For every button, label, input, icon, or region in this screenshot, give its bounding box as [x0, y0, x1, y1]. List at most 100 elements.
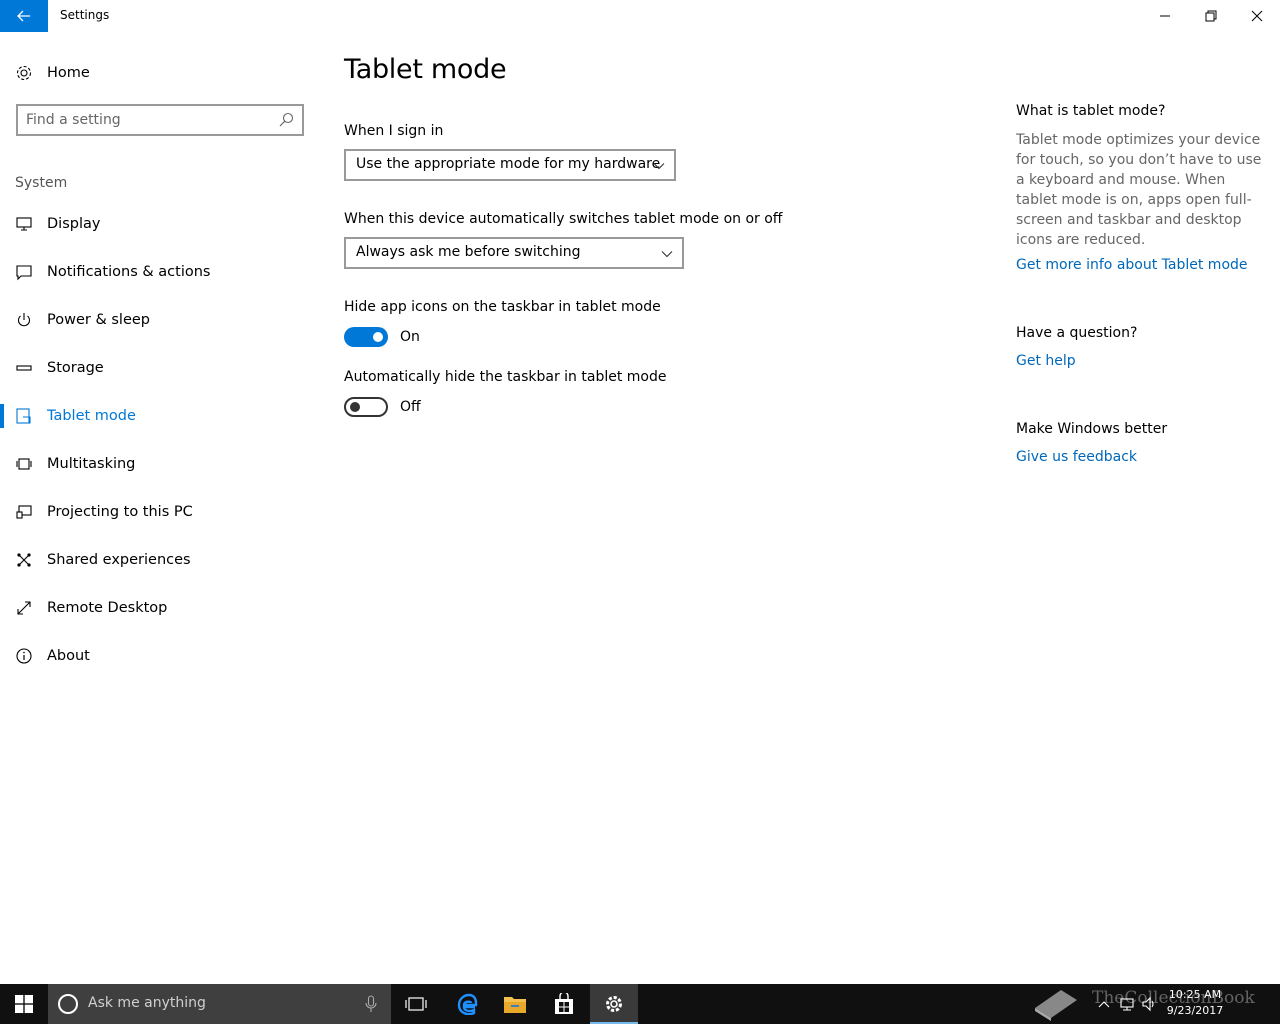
watermark-book — [1030, 984, 1082, 1024]
sidebar-item-shared-experiences[interactable]: Shared experiences — [0, 540, 320, 580]
monitor-icon — [15, 215, 33, 233]
signin-dropdown[interactable]: Use the appropriate mode for my hardware — [344, 149, 676, 181]
task-view-button[interactable] — [392, 984, 440, 1024]
sidebar-item-notifications[interactable]: Notifications & actions — [0, 252, 320, 292]
sidebar-item-label: Shared experiences — [47, 552, 191, 568]
restore-button[interactable] — [1188, 0, 1234, 32]
switch-dropdown[interactable]: Always ask me before switching — [344, 237, 684, 269]
active-indicator — [0, 404, 4, 428]
minimize-icon — [1160, 15, 1170, 17]
sidebar-item-label: About — [47, 648, 90, 664]
toggle-knob — [350, 402, 360, 412]
projecting-icon — [15, 503, 33, 521]
chevron-down-icon — [661, 251, 673, 258]
feedback-heading: Make Windows better — [1016, 421, 1168, 437]
info-icon — [15, 647, 33, 665]
gear-icon — [15, 64, 33, 82]
section-label-system: System — [15, 175, 68, 191]
home-nav-item[interactable]: Home — [0, 56, 320, 90]
power-icon — [15, 311, 33, 329]
chevron-down-icon — [653, 163, 665, 170]
chevron-up-icon — [1098, 1001, 1110, 1008]
settings-gear-icon — [606, 996, 622, 1012]
hide-taskbar-state: Off — [400, 399, 421, 415]
question-heading: Have a question? — [1016, 325, 1138, 341]
task-view-icon — [405, 997, 427, 1011]
tablet-mode-icon — [15, 407, 33, 425]
cortana-placeholder: Ask me anything — [88, 995, 206, 1011]
sidebar-item-label: Storage — [47, 360, 104, 376]
signin-label: When I sign in — [344, 123, 444, 139]
cortana-search-box[interactable]: Ask me anything — [48, 984, 391, 1024]
more-info-link[interactable]: Get more info about Tablet mode — [1016, 257, 1248, 273]
book-icon — [1035, 990, 1077, 1021]
hide-icons-label: Hide app icons on the taskbar in tablet … — [344, 299, 661, 315]
show-hidden-icons-button[interactable] — [1092, 984, 1116, 1024]
sidebar-item-label: Power & sleep — [47, 312, 150, 328]
volume-button[interactable] — [1138, 984, 1160, 1024]
clock-time: 10:25 AM — [1168, 988, 1222, 1001]
sidebar-item-display[interactable]: Display — [0, 204, 320, 244]
close-button[interactable] — [1234, 0, 1280, 32]
file-explorer-icon — [504, 997, 526, 1013]
network-button[interactable] — [1116, 984, 1138, 1024]
clock[interactable]: 10:25 AM 9/23/2017 — [1160, 987, 1230, 1019]
sidebar-item-label: Projecting to this PC — [47, 504, 193, 520]
edge-button[interactable] — [443, 984, 491, 1024]
sidebar-item-label: Remote Desktop — [47, 600, 168, 616]
maximize-icon — [1205, 10, 1217, 22]
sidebar-item-about[interactable]: About — [0, 636, 320, 676]
what-is-description: Tablet mode optimizes your device for to… — [1016, 132, 1262, 248]
sidebar-item-multitasking[interactable]: Multitasking — [0, 444, 320, 484]
settings-taskbar-button[interactable] — [590, 984, 638, 1024]
start-button[interactable] — [0, 984, 48, 1024]
network-icon — [1120, 998, 1134, 1011]
signin-dropdown-value: Use the appropriate mode for my hardware — [356, 156, 661, 172]
toggle-knob — [373, 332, 383, 342]
search-input[interactable] — [26, 110, 276, 130]
home-label: Home — [47, 65, 90, 81]
remote-desktop-icon — [15, 599, 33, 617]
taskbar: Ask me anything TheCollectionBook 10:25 … — [0, 984, 1280, 1024]
sidebar-item-tablet-mode[interactable]: Tablet mode — [0, 396, 320, 436]
switch-label: When this device automatically switches … — [344, 211, 783, 227]
hide-taskbar-toggle[interactable] — [344, 397, 388, 417]
window-title: Settings — [60, 8, 110, 22]
shared-icon — [15, 551, 33, 569]
clock-date: 9/23/2017 — [1166, 1004, 1224, 1017]
close-icon — [1251, 10, 1263, 22]
sidebar-item-label: Tablet mode — [47, 408, 136, 424]
page-title: Tablet mode — [344, 54, 507, 85]
sidebar-item-label: Display — [47, 216, 101, 232]
edge-icon — [457, 993, 478, 1015]
search-icon[interactable] — [278, 112, 294, 128]
store-icon — [555, 993, 573, 1014]
microphone-icon[interactable] — [364, 995, 378, 1013]
windows-logo-icon — [15, 995, 33, 1013]
search-box[interactable] — [16, 104, 304, 136]
sidebar-item-remote-desktop[interactable]: Remote Desktop — [0, 588, 320, 628]
sidebar-item-label: Multitasking — [47, 456, 136, 472]
get-help-link[interactable]: Get help — [1016, 353, 1076, 369]
sidebar-item-label: Notifications & actions — [47, 264, 211, 280]
hide-icons-toggle[interactable] — [344, 327, 388, 347]
store-button[interactable] — [540, 984, 588, 1024]
cortana-icon — [58, 994, 78, 1014]
what-is-heading: What is tablet mode? — [1016, 103, 1166, 119]
multitasking-icon — [15, 455, 33, 473]
back-button[interactable] — [0, 0, 48, 32]
switch-dropdown-value: Always ask me before switching — [356, 244, 581, 260]
hide-taskbar-label: Automatically hide the taskbar in tablet… — [344, 369, 667, 385]
sidebar-item-storage[interactable]: Storage — [0, 348, 320, 388]
arrow-left-icon — [17, 10, 30, 22]
storage-icon — [15, 359, 33, 377]
sidebar-item-projecting[interactable]: Projecting to this PC — [0, 492, 320, 532]
sidebar-item-power-sleep[interactable]: Power & sleep — [0, 300, 320, 340]
volume-icon — [1142, 996, 1154, 1012]
hide-icons-state: On — [400, 329, 420, 345]
feedback-link[interactable]: Give us feedback — [1016, 449, 1137, 465]
minimize-button[interactable] — [1142, 0, 1188, 32]
title-bar: Settings — [0, 0, 1280, 32]
message-icon — [15, 263, 33, 281]
file-explorer-button[interactable] — [491, 984, 539, 1024]
